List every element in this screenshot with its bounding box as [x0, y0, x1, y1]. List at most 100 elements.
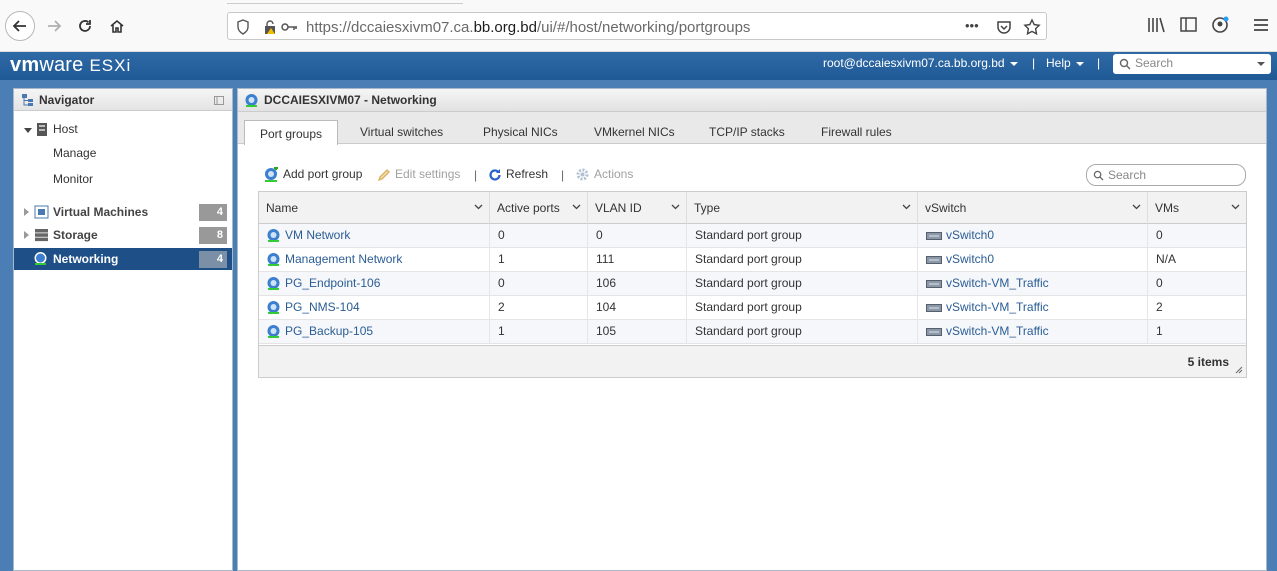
- forward-arrow-icon: [48, 20, 62, 32]
- networking-panel: DCCAIESXIVM07 - Networking Port groups V…: [237, 88, 1267, 571]
- reload-button[interactable]: [70, 11, 100, 41]
- cell-name-text[interactable]: PG_NMS-104: [285, 300, 360, 314]
- table-row[interactable]: PG_Endpoint-106 0 106 Standard port group vS…: [259, 272, 1246, 296]
- cell-vms-text: 2: [1156, 300, 1163, 314]
- column-header-type[interactable]: Type: [687, 192, 918, 224]
- cell-vswitch-text[interactable]: vSwitch-VM_Traffic: [946, 324, 1049, 338]
- cell-vms: 1: [1148, 320, 1246, 344]
- edit-settings-button[interactable]: Edit settings: [377, 167, 460, 182]
- cell-name-text[interactable]: PG_Backup-105: [285, 324, 373, 338]
- cell-vswitch[interactable]: vSwitch-VM_Traffic: [918, 320, 1148, 344]
- tab-vmkernel-nics[interactable]: VMkernel NICs: [594, 120, 675, 144]
- cell-vms-text: 0: [1156, 276, 1163, 290]
- table-row[interactable]: PG_NMS-104 2 104 Standard port group vSwitch…: [259, 296, 1246, 320]
- nav-item-networking[interactable]: Networking 4: [14, 248, 232, 270]
- chevron-down-icon[interactable]: [572, 204, 581, 210]
- account-icon[interactable]: [1210, 15, 1230, 35]
- nav-item-host[interactable]: Host: [14, 118, 232, 140]
- cell-vswitch-text[interactable]: vSwitch-VM_Traffic: [946, 300, 1049, 314]
- table-row[interactable]: Management Network 1 111 Standard port grou…: [259, 248, 1246, 272]
- bookmark-star-icon[interactable]: [1023, 18, 1041, 36]
- cell-vswitch-text[interactable]: vSwitch-VM_Traffic: [946, 276, 1049, 290]
- address-bar[interactable]: https://dccaiesxivm07.ca.bb.org.bd/ui/#/…: [227, 12, 1047, 40]
- nav-item-manage[interactable]: Manage: [14, 142, 232, 164]
- pencil-icon: [377, 168, 390, 181]
- add-port-group-button[interactable]: Add port group: [263, 167, 362, 183]
- cell-name[interactable]: PG_NMS-104: [259, 296, 490, 320]
- nav-item-virtual-machines[interactable]: Virtual Machines 4: [14, 201, 232, 223]
- menu-icon[interactable]: [1252, 15, 1270, 35]
- back-arrow-icon: [12, 20, 26, 32]
- user-menu[interactable]: root@dccaiesxivm07.ca.bb.org.bd: [823, 56, 1018, 70]
- navigator-tree-icon: [22, 94, 33, 106]
- key-icon: [281, 23, 297, 31]
- header-search-input[interactable]: Search: [1113, 54, 1271, 74]
- tab-physical-nics[interactable]: Physical NICs: [483, 120, 558, 144]
- column-header-vms[interactable]: VMs: [1148, 192, 1246, 224]
- sidebar-icon[interactable]: [1179, 15, 1199, 35]
- chevron-down-icon[interactable]: [474, 204, 483, 210]
- cell-vlan-id: 106: [588, 272, 687, 296]
- pocket-icon[interactable]: [995, 18, 1013, 36]
- table-row[interactable]: PG_Backup-105 1 105 Standard port group vSwi…: [259, 320, 1246, 344]
- cell-vswitch-text[interactable]: vSwitch0: [946, 252, 994, 266]
- cell-vswitch[interactable]: vSwitch-VM_Traffic: [918, 296, 1148, 320]
- collapse-pane-icon[interactable]: [214, 96, 224, 105]
- help-menu[interactable]: Help: [1046, 56, 1084, 70]
- network-globe-icon: [34, 252, 47, 265]
- cell-name[interactable]: PG_Endpoint-106: [259, 272, 490, 296]
- cell-type: Standard port group: [687, 296, 918, 320]
- column-header-name[interactable]: Name: [259, 192, 490, 224]
- grid-search-input[interactable]: Search: [1086, 164, 1246, 186]
- expand-caret-icon[interactable]: [24, 208, 29, 216]
- home-button[interactable]: [102, 11, 132, 41]
- cell-vms: 0: [1148, 224, 1246, 248]
- nav-item-monitor[interactable]: Monitor: [14, 168, 232, 190]
- cell-vswitch-text[interactable]: vSwitch0: [946, 228, 994, 242]
- column-header-active-ports[interactable]: Active ports: [490, 192, 588, 224]
- count-badge: 4: [199, 204, 227, 221]
- refresh-button[interactable]: Refresh: [488, 167, 548, 182]
- chevron-down-icon[interactable]: [902, 204, 911, 210]
- tab-firewall-rules[interactable]: Firewall rules: [821, 120, 892, 144]
- cell-type: Standard port group: [687, 224, 918, 248]
- resize-grip-icon[interactable]: [1235, 366, 1243, 374]
- chevron-down-icon[interactable]: [1132, 204, 1141, 210]
- nav-item-storage[interactable]: Storage 8: [14, 224, 232, 246]
- chevron-down-icon[interactable]: [671, 204, 680, 210]
- expand-caret-icon[interactable]: [24, 128, 32, 133]
- virtual-machine-icon: [34, 205, 49, 219]
- tab-strip-edge: [227, 0, 463, 4]
- expand-caret-icon[interactable]: [24, 231, 29, 239]
- tab-virtual-switches[interactable]: Virtual switches: [360, 120, 443, 144]
- column-header-vswitch[interactable]: vSwitch: [918, 192, 1148, 224]
- cell-vlan-id-text: 106: [596, 276, 617, 290]
- vswitch-icon: [926, 303, 942, 312]
- page-actions-menu[interactable]: •••: [965, 18, 979, 33]
- cell-name[interactable]: VM Network: [259, 224, 490, 248]
- cell-vswitch[interactable]: vSwitch0: [918, 248, 1148, 272]
- navigator-header: Navigator: [14, 89, 232, 111]
- library-icon[interactable]: [1146, 15, 1166, 35]
- forward-button[interactable]: [39, 11, 69, 41]
- back-button[interactable]: [5, 11, 35, 41]
- cell-name[interactable]: PG_Backup-105: [259, 320, 490, 344]
- cell-active-ports-text: 0: [498, 276, 505, 290]
- cell-name[interactable]: Management Network: [259, 248, 490, 272]
- home-icon: [110, 19, 124, 33]
- cell-type-text: Standard port group: [695, 228, 802, 242]
- table-row[interactable]: VM Network 0 0 Standard port group vSwitch0 0: [259, 224, 1246, 248]
- tab-port-groups[interactable]: Port groups: [244, 120, 339, 145]
- cell-vswitch[interactable]: vSwitch0: [918, 224, 1148, 248]
- cell-type-text: Standard port group: [695, 276, 802, 290]
- chevron-down-icon[interactable]: [1231, 204, 1240, 210]
- cell-vswitch[interactable]: vSwitch-VM_Traffic: [918, 272, 1148, 296]
- cell-name-text[interactable]: VM Network: [285, 228, 350, 242]
- port-group-icon: [267, 301, 280, 315]
- cell-name-text[interactable]: Management Network: [285, 252, 402, 266]
- actions-button[interactable]: Actions: [575, 167, 633, 182]
- cell-active-ports-text: 2: [498, 300, 505, 314]
- cell-name-text[interactable]: PG_Endpoint-106: [285, 276, 380, 290]
- column-header-vlan-id[interactable]: VLAN ID: [588, 192, 687, 224]
- tab-tcpip-stacks[interactable]: TCP/IP stacks: [709, 120, 785, 144]
